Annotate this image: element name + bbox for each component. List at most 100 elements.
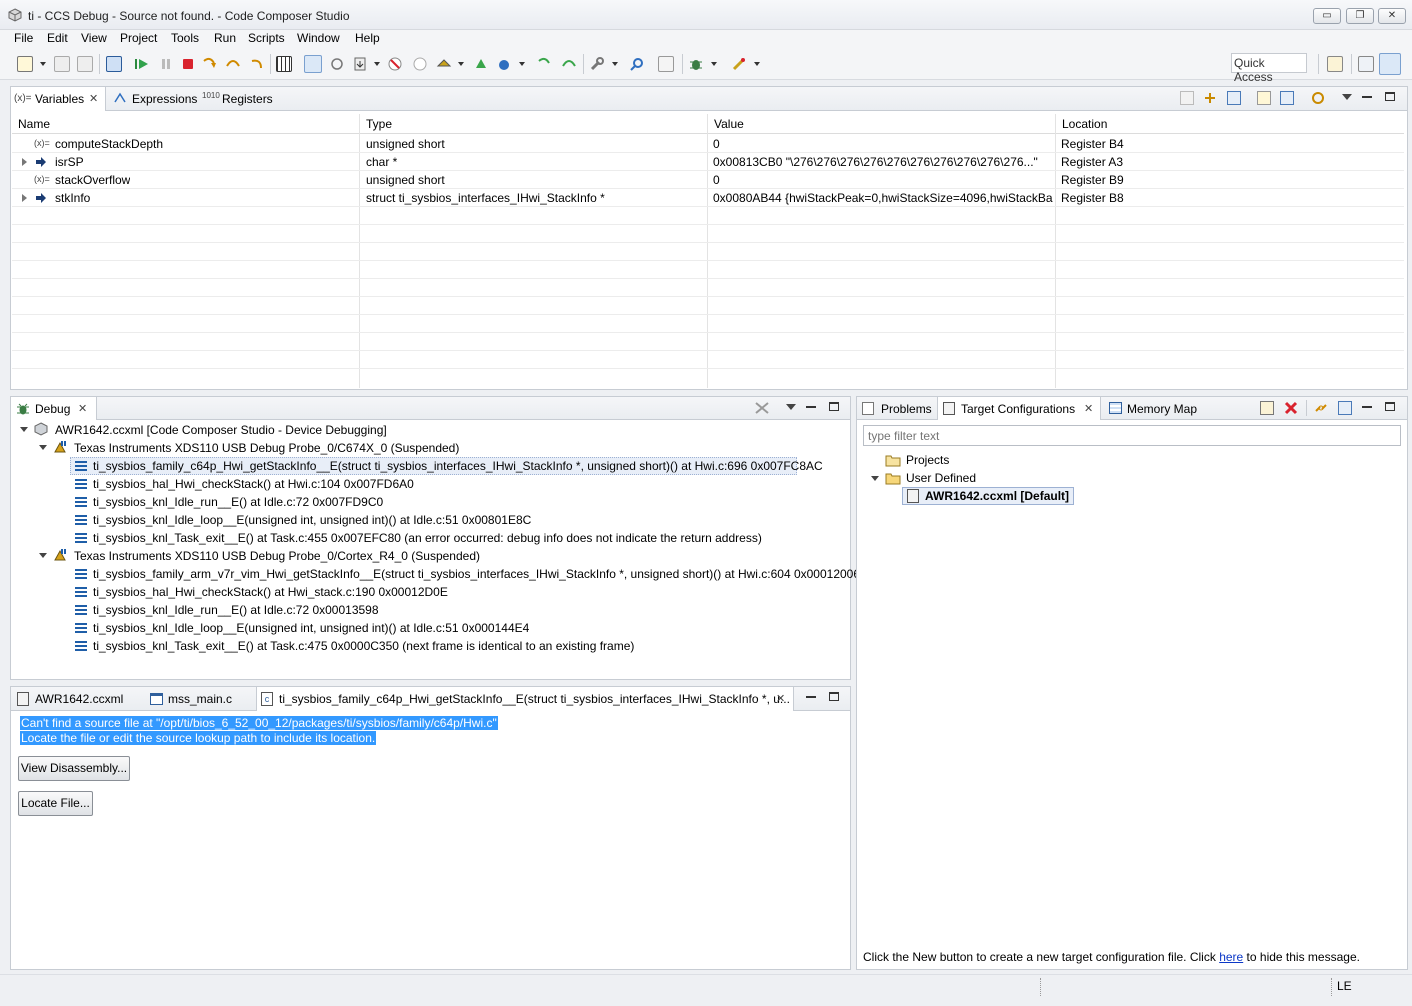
column-name-header[interactable]: Name — [18, 114, 50, 134]
hide-message-link[interactable]: here — [1219, 950, 1243, 964]
add-global-variables-icon[interactable] — [1203, 91, 1217, 105]
launch-icon[interactable] — [731, 56, 747, 72]
restore-button[interactable]: ❐ — [1346, 8, 1374, 24]
reset-icon[interactable] — [329, 56, 345, 72]
debug-view-icon[interactable] — [106, 56, 122, 72]
open-perspective-icon[interactable] — [1327, 56, 1343, 72]
tab-expressions[interactable]: Expressions — [132, 92, 197, 106]
minimize-view-icon[interactable] — [1362, 96, 1372, 98]
variable-value[interactable]: 0 — [713, 137, 1053, 151]
run-dropdown-icon[interactable] — [519, 62, 525, 66]
search-icon[interactable] — [629, 56, 645, 72]
new-dropdown-icon[interactable] — [40, 62, 46, 66]
new-icon[interactable] — [17, 56, 33, 72]
refresh-icon[interactable] — [1310, 91, 1326, 105]
tree-user-defined[interactable]: User Defined — [906, 471, 976, 485]
tab-registers[interactable]: Registers — [222, 92, 273, 106]
minimize-editor-icon[interactable] — [806, 696, 816, 698]
menu-help[interactable]: Help — [355, 31, 380, 45]
expand-icon[interactable] — [22, 194, 27, 202]
tab-mss-main-c[interactable]: mss_main.c — [168, 692, 232, 706]
load-dropdown-icon[interactable] — [374, 62, 380, 66]
select-all-icon[interactable] — [1280, 91, 1294, 105]
core-c674x[interactable]: Texas Instruments XDS110 USB Debug Probe… — [74, 441, 459, 455]
column-value-header[interactable]: Value — [714, 114, 744, 134]
connect-icon[interactable] — [412, 56, 428, 72]
assembly-step-into-icon[interactable] — [537, 56, 553, 72]
maximize-editor-icon[interactable] — [829, 692, 839, 701]
minimize-button[interactable]: ▭ — [1313, 8, 1341, 24]
save-icon[interactable] — [54, 56, 70, 72]
resume-icon[interactable] — [134, 56, 150, 72]
tools-icon[interactable] — [589, 56, 605, 72]
step-over-icon[interactable] — [225, 56, 241, 72]
expand-icon[interactable] — [22, 158, 27, 166]
terminate-icon[interactable] — [180, 56, 196, 72]
stack-frame[interactable]: ti_sysbios_knl_Idle_loop__E(unsigned int… — [93, 621, 529, 635]
stack-frame[interactable]: ti_sysbios_family_c64p_Hwi_getStackInfo_… — [93, 459, 823, 473]
core-cortex-r4[interactable]: Texas Instruments XDS110 USB Debug Probe… — [74, 549, 480, 563]
collapse-all-icon[interactable] — [1180, 91, 1194, 105]
console-icon[interactable] — [658, 56, 674, 72]
filter-input[interactable] — [863, 425, 1401, 446]
memory-browser-icon[interactable] — [276, 56, 292, 72]
table-row[interactable] — [12, 171, 1404, 188]
stack-frame[interactable]: ti_sysbios_hal_Hwi_checkStack() at Hwi_s… — [93, 585, 448, 599]
menu-project[interactable]: Project — [120, 31, 157, 45]
table-row[interactable] — [12, 189, 1404, 206]
restart-icon[interactable] — [473, 56, 489, 72]
new-expression-icon[interactable] — [1257, 91, 1271, 105]
save-all-icon[interactable] — [77, 56, 93, 72]
debug-session-root[interactable]: AWR1642.ccxml [Code Composer Studio - De… — [55, 423, 387, 437]
collapse-icon[interactable] — [39, 445, 47, 450]
close-variables-tab-icon[interactable]: ✕ — [89, 92, 98, 105]
tab-problems[interactable]: Problems — [881, 402, 932, 416]
debug-dropdown-icon[interactable] — [711, 62, 717, 66]
debug-bug-icon[interactable] — [688, 56, 704, 72]
stack-frame[interactable]: ti_sysbios_knl_Idle_run__E() at Idle.c:7… — [93, 495, 383, 509]
stack-frame[interactable]: ti_sysbios_knl_Task_exit__E() at Task.c:… — [93, 531, 762, 545]
close-debug-tab-icon[interactable]: ✕ — [78, 402, 87, 415]
step-into-icon[interactable] — [202, 56, 218, 72]
column-location-header[interactable]: Location — [1062, 114, 1107, 134]
view-disassembly-button[interactable]: View Disassembly... — [18, 756, 130, 781]
new-target-config-icon[interactable] — [1260, 401, 1274, 415]
view-menu-icon[interactable] — [1342, 94, 1352, 100]
variable-value[interactable]: 0x0080AB44 {hwiStackPeak=0,hwiStackSize=… — [713, 191, 1053, 205]
maximize-view-icon[interactable] — [1385, 92, 1395, 101]
close-button[interactable]: ✕ — [1378, 8, 1406, 24]
menu-tools[interactable]: Tools — [171, 31, 199, 45]
collapse-icon[interactable] — [20, 427, 28, 432]
collapse-icon[interactable] — [39, 553, 47, 558]
locate-file-button[interactable]: Locate File... — [18, 791, 93, 816]
stack-frame[interactable]: ti_sysbios_family_arm_v7r_vim_Hwi_getSta… — [93, 567, 860, 581]
instruction-stepping-icon[interactable] — [304, 55, 322, 73]
suspend-icon[interactable] — [158, 56, 174, 72]
tab-awr1642-ccxml[interactable]: AWR1642.ccxml — [35, 692, 123, 706]
maximize-view-icon[interactable] — [829, 402, 839, 411]
breakpoint-icon[interactable] — [436, 56, 452, 72]
tree-config-file[interactable]: AWR1642.ccxml [Default] — [925, 489, 1069, 503]
variable-value[interactable]: 0 — [713, 173, 1053, 187]
stack-frame[interactable]: ti_sysbios_knl_Idle_run__E() at Idle.c:7… — [93, 603, 379, 617]
minimize-view-icon[interactable] — [1362, 406, 1372, 408]
view-menu-icon[interactable] — [786, 404, 796, 410]
menu-run[interactable]: Run — [214, 31, 236, 45]
maximize-view-icon[interactable] — [1385, 402, 1395, 411]
show-columns-icon[interactable] — [1227, 91, 1241, 105]
assembly-step-over-icon[interactable] — [561, 56, 577, 72]
stack-frame[interactable]: ti_sysbios_knl_Task_exit__E() at Task.c:… — [93, 639, 634, 653]
stack-frame[interactable]: ti_sysbios_hal_Hwi_checkStack() at Hwi.c… — [93, 477, 414, 491]
collapse-icon[interactable] — [871, 476, 879, 481]
menu-edit[interactable]: Edit — [47, 31, 68, 45]
stack-frame[interactable]: ti_sysbios_knl_Idle_loop__E(unsigned int… — [93, 513, 531, 527]
tab-memory-map[interactable]: Memory Map — [1127, 402, 1197, 416]
remove-all-terminated-icon[interactable] — [754, 401, 770, 415]
table-row[interactable] — [12, 153, 1404, 170]
menu-file[interactable]: File — [14, 31, 33, 45]
breakpoint-dropdown-icon[interactable] — [458, 62, 464, 66]
load-program-icon[interactable] — [352, 56, 368, 72]
column-type-header[interactable]: Type — [366, 114, 392, 134]
launch-dropdown-icon[interactable] — [754, 62, 760, 66]
tools-dropdown-icon[interactable] — [612, 62, 618, 66]
